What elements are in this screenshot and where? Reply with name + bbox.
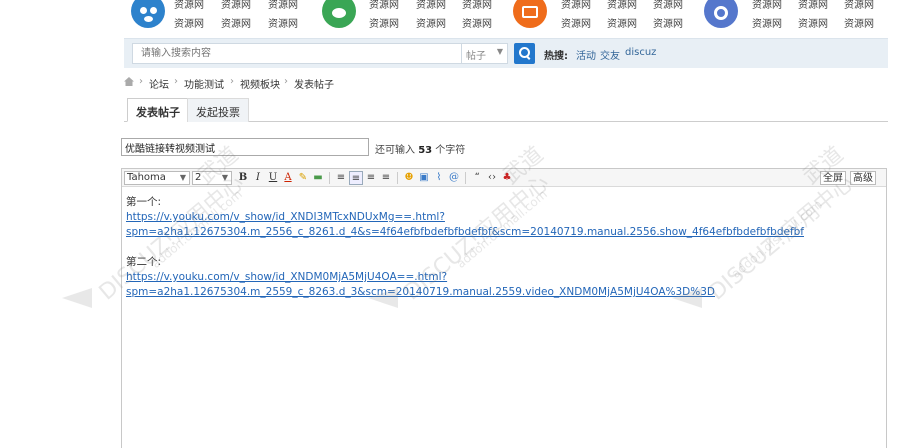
text-color-icon[interactable]: A bbox=[281, 171, 295, 185]
nav-link[interactable]: 资源网 bbox=[462, 0, 492, 11]
hot-link[interactable]: 活动 bbox=[576, 47, 596, 62]
nav-link[interactable]: 资源网 bbox=[174, 0, 204, 11]
nav-link[interactable]: 资源网 bbox=[561, 0, 591, 11]
editor-content[interactable]: 第一个: https://v.youku.com/v_show/id_XNDI3… bbox=[126, 195, 882, 300]
font-size-value: 2 bbox=[195, 172, 202, 183]
nav-link[interactable]: 资源网 bbox=[752, 15, 782, 30]
home-icon[interactable] bbox=[124, 77, 134, 86]
breadcrumb-item[interactable]: 功能测试 bbox=[184, 76, 224, 91]
content-label: 第一个: bbox=[126, 196, 162, 208]
image-icon[interactable] bbox=[513, 0, 547, 28]
post-editor: Tahoma ▼ 2 ▼ B I U A ✎ ▬ ≡ ≡ ≡ ≡ ☻ ▣ ⌇ @ “… bbox=[121, 168, 887, 448]
qq-icon[interactable]: ♣ bbox=[500, 171, 514, 185]
nav-link[interactable]: 资源网 bbox=[607, 0, 637, 11]
breadcrumb-item[interactable]: 论坛 bbox=[149, 76, 169, 91]
toolbar-divider bbox=[329, 172, 330, 184]
toolbar-divider bbox=[397, 172, 398, 184]
emoji-icon[interactable]: ☻ bbox=[402, 171, 416, 185]
nav-link[interactable]: 资源网 bbox=[416, 15, 446, 30]
subject-char-hint: 还可输入 53 个字符 bbox=[375, 141, 465, 156]
nav-link[interactable]: 资源网 bbox=[653, 0, 683, 11]
search-bar: 帖子 ▼ 热搜: 活动 交友 discuz bbox=[124, 38, 888, 68]
nav-link[interactable]: 资源网 bbox=[221, 0, 251, 11]
highlight-icon[interactable]: ✎ bbox=[296, 171, 310, 185]
video-link[interactable]: https://v.youku.com/v_show/id_XNDI3MTcxN… bbox=[126, 210, 882, 225]
post-type-tabs: 发表帖子 发起投票 bbox=[124, 98, 888, 122]
top-navigation: 资源网 资源网 资源网 资源网 资源网 资源网 资源网 资源网 资源网 资源网 … bbox=[0, 0, 910, 36]
nav-link[interactable]: 资源网 bbox=[268, 15, 298, 30]
editor-toolbar: Tahoma ▼ 2 ▼ B I U A ✎ ▬ ≡ ≡ ≡ ≡ ☻ ▣ ⌇ @ “… bbox=[122, 169, 886, 187]
breadcrumb-separator: › bbox=[139, 76, 143, 87]
search-type-label: 帖子 bbox=[466, 51, 486, 62]
hint-suffix: 个字符 bbox=[435, 145, 466, 156]
format-brush-icon[interactable]: ▬ bbox=[311, 171, 325, 185]
align-right-icon[interactable]: ≡ bbox=[364, 171, 378, 185]
breadcrumb-item[interactable]: 视频板块 bbox=[240, 76, 280, 91]
tab-new-post[interactable]: 发表帖子 bbox=[127, 98, 189, 122]
font-size-select[interactable]: 2 ▼ bbox=[192, 171, 232, 185]
hot-link[interactable]: discuz bbox=[625, 47, 656, 58]
gear-icon[interactable] bbox=[704, 0, 738, 28]
search-type-select[interactable]: 帖子 ▼ bbox=[462, 43, 508, 64]
hot-link[interactable]: 交友 bbox=[600, 47, 620, 62]
toolbar-divider bbox=[465, 172, 466, 184]
font-family-value: Tahoma bbox=[127, 172, 166, 183]
video-link[interactable]: https://v.youku.com/v_show/id_XNDM0MjA5M… bbox=[126, 270, 882, 285]
attachment-icon[interactable]: ⌇ bbox=[432, 171, 446, 185]
nav-link[interactable]: 资源网 bbox=[844, 0, 874, 11]
nav-link[interactable]: 资源网 bbox=[607, 15, 637, 30]
fullscreen-button[interactable]: 全屏 bbox=[820, 171, 846, 185]
breadcrumb-item[interactable]: 发表帖子 bbox=[294, 76, 334, 91]
code-icon[interactable]: ‹› bbox=[485, 171, 499, 185]
nav-link[interactable]: 资源网 bbox=[798, 0, 828, 11]
hot-search-label: 热搜: bbox=[544, 51, 568, 62]
image-insert-icon[interactable]: ▣ bbox=[417, 171, 431, 185]
video-link[interactable]: spm=a2ha1.12675304.m_2556_c_8261.d_4&s=4… bbox=[126, 225, 882, 240]
chat-icon[interactable] bbox=[322, 0, 356, 28]
advanced-mode-button[interactable]: 高级 bbox=[850, 171, 876, 185]
breadcrumb-separator: › bbox=[174, 76, 178, 87]
subject-input[interactable] bbox=[121, 138, 369, 156]
nav-link[interactable]: 资源网 bbox=[221, 15, 251, 30]
nav-link[interactable]: 资源网 bbox=[174, 15, 204, 30]
community-icon[interactable] bbox=[131, 0, 165, 28]
chevron-down-icon: ▼ bbox=[179, 173, 186, 182]
content-label: 第二个: bbox=[126, 256, 162, 268]
underline-icon[interactable]: U bbox=[266, 171, 280, 185]
align-center-icon[interactable]: ≡ bbox=[349, 171, 363, 185]
search-button[interactable] bbox=[514, 43, 535, 64]
breadcrumb-separator: › bbox=[230, 76, 234, 87]
align-left-icon[interactable]: ≡ bbox=[334, 171, 348, 185]
nav-link[interactable]: 资源网 bbox=[268, 0, 298, 11]
breadcrumb-separator: › bbox=[284, 76, 288, 87]
nav-link[interactable]: 资源网 bbox=[416, 0, 446, 11]
nav-link[interactable]: 资源网 bbox=[561, 15, 591, 30]
hint-count: 53 bbox=[418, 145, 433, 156]
chevron-down-icon: ▼ bbox=[221, 173, 228, 182]
chevron-down-icon: ▼ bbox=[496, 47, 503, 56]
nav-link[interactable]: 资源网 bbox=[369, 0, 399, 11]
font-family-select[interactable]: Tahoma ▼ bbox=[124, 171, 190, 185]
italic-icon[interactable]: I bbox=[251, 171, 265, 185]
nav-link[interactable]: 资源网 bbox=[462, 15, 492, 30]
nav-link[interactable]: 资源网 bbox=[369, 15, 399, 30]
search-input[interactable] bbox=[132, 43, 462, 64]
bold-icon[interactable]: B bbox=[236, 171, 250, 185]
nav-link[interactable]: 资源网 bbox=[798, 15, 828, 30]
watermark-arrow-icon bbox=[62, 288, 92, 308]
nav-link[interactable]: 资源网 bbox=[653, 15, 683, 30]
mention-icon[interactable]: @ bbox=[447, 171, 461, 185]
align-justify-icon[interactable]: ≡ bbox=[379, 171, 393, 185]
video-link[interactable]: spm=a2ha1.12675304.m_2559_c_8263.d_3&scm… bbox=[126, 285, 882, 300]
quote-icon[interactable]: “ bbox=[470, 171, 484, 185]
hint-prefix: 还可输入 bbox=[375, 145, 415, 156]
tab-new-poll[interactable]: 发起投票 bbox=[187, 98, 249, 122]
nav-link[interactable]: 资源网 bbox=[844, 15, 874, 30]
nav-link[interactable]: 资源网 bbox=[752, 0, 782, 11]
